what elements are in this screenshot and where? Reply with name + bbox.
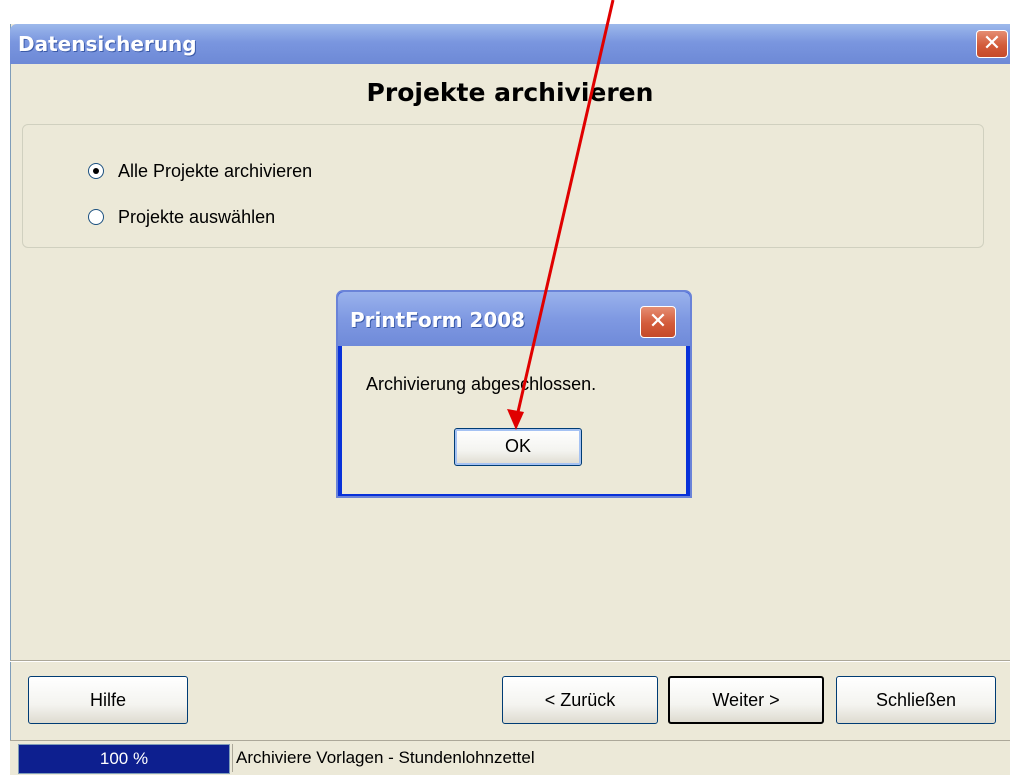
dialog-titlebar[interactable]: PrintForm 2008 ✕ [338,292,690,346]
help-button[interactable]: Hilfe [28,676,188,724]
dialog-close-icon[interactable]: ✕ [640,306,676,338]
radio-unselected-icon[interactable] [88,209,104,225]
progress-text: 100 % [99,749,149,768]
page-title: Projekte archivieren [366,78,654,107]
message-dialog: PrintForm 2008 ✕ Archivierung abgeschlos… [336,290,692,498]
radio-selected-icon[interactable] [88,163,104,179]
radio-option-all[interactable]: Alle Projekte archivieren [88,158,312,184]
window-title: Datensicherung [18,32,197,56]
progress-bar: 100 % [18,744,230,774]
dialog-message: Archivierung abgeschlossen. [366,374,597,394]
back-button[interactable]: < Zurück [502,676,658,724]
ok-button[interactable]: OK [454,428,582,466]
dialog-body: Archivierung abgeschlossen. OK [342,346,686,494]
status-divider [232,744,233,772]
dialog-title: PrintForm 2008 [350,308,526,332]
radio-label-select: Projekte auswählen [118,206,276,227]
radio-label-all: Alle Projekte archivieren [118,160,313,181]
close-icon[interactable]: ✕ [976,30,1008,58]
status-message: Archiviere Vorlagen - Stundenlohnzettel [236,748,535,767]
radio-option-select[interactable]: Projekte auswählen [88,204,275,230]
window-titlebar[interactable]: Datensicherung ✕ [10,24,1010,64]
status-bar: 100 % Archiviere Vorlagen - Stundenlohnz… [10,740,1010,775]
footer-separator [10,660,1010,662]
next-button[interactable]: Weiter > [668,676,824,724]
close-button[interactable]: Schließen [836,676,996,724]
